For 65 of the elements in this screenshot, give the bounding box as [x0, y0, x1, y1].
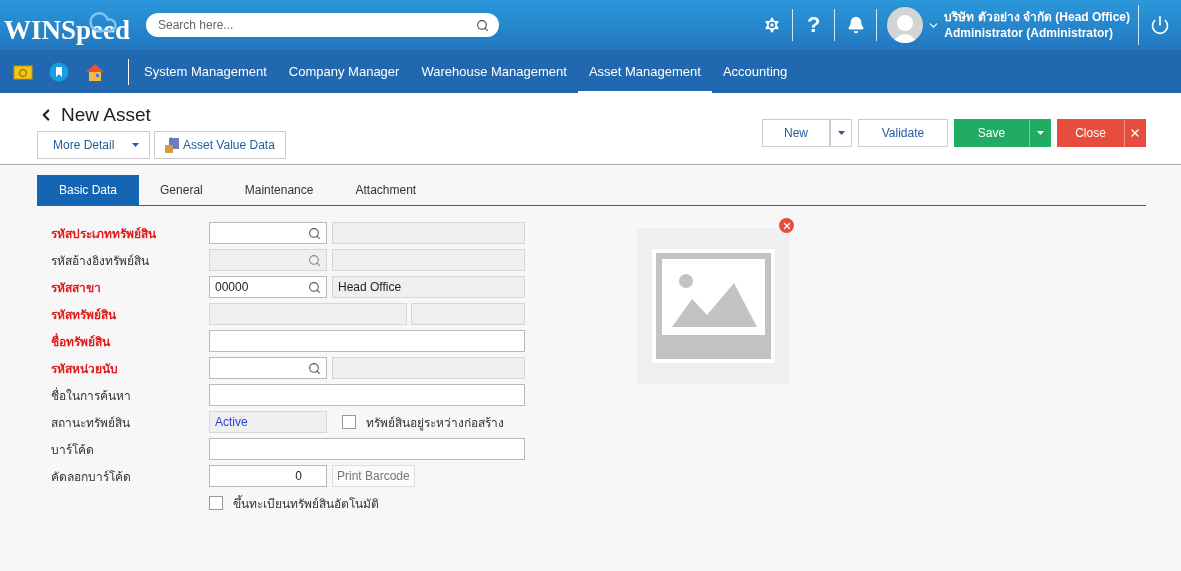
field-label: รหัสทรัพย์สิน [51, 306, 117, 324]
field-label: บาร์โค้ด [51, 441, 95, 459]
input-field[interactable] [209, 357, 327, 379]
input-field[interactable] [332, 249, 525, 271]
status-field[interactable]: Active [209, 411, 327, 433]
menu-tab[interactable]: Accounting [711, 50, 799, 93]
menu-tab[interactable]: System Management [133, 50, 278, 93]
page-title: New Asset [61, 104, 151, 126]
close-icon [781, 220, 792, 231]
search-icon[interactable] [308, 361, 321, 375]
field-label: รหัสหน่วยนับ [51, 360, 119, 378]
input-field[interactable]: 00000 [209, 276, 327, 298]
input-field[interactable] [209, 222, 327, 244]
checkbox[interactable] [209, 496, 223, 510]
input-field[interactable] [209, 330, 525, 352]
action-button[interactable]: New [762, 118, 830, 147]
field-label: รหัสประเภททรัพย์สิน [51, 225, 157, 243]
menu-tab[interactable]: Warehouse Management [410, 50, 578, 93]
asset-chart-icon [165, 137, 179, 153]
avatar[interactable] [887, 7, 924, 43]
checkbox-label: ทรัพย์สินอยู่ระหว่างก่อสร้าง [366, 414, 504, 432]
field-label: คัดลอกบาร์โค้ด [51, 468, 132, 486]
tab[interactable]: General [139, 175, 224, 205]
action-button[interactable]: Validate [858, 118, 948, 147]
image-placeholder[interactable] [637, 228, 790, 384]
field-label: สถานะทรัพย์สิน [51, 414, 131, 432]
tab[interactable]: Basic Data [37, 175, 140, 205]
field-label: รหัสอ้างอิงทรัพย์สิน [51, 252, 150, 270]
close-button[interactable] [1124, 118, 1146, 147]
input-field[interactable] [209, 303, 407, 325]
field-label: ชื่อในการค้นหา [51, 386, 132, 405]
print-barcode-button[interactable]: Print Barcode [332, 465, 415, 487]
dropdown-button[interactable] [1029, 118, 1051, 147]
tab[interactable]: Maintenance [223, 175, 335, 205]
user-name: Administrator (Administrator) [944, 25, 1114, 41]
field-label: รหัสสาขา [51, 279, 102, 297]
input-field[interactable] [209, 438, 525, 460]
caret-icon [132, 143, 139, 147]
input-field[interactable] [209, 384, 525, 406]
input-field[interactable] [332, 222, 525, 244]
input-field[interactable]: Head Office [332, 276, 525, 298]
dropdown-button[interactable] [830, 118, 852, 147]
search-icon[interactable] [308, 226, 321, 240]
company-name: บริษัท ตัวอย่าง จำกัด (Head Office) [944, 9, 1130, 25]
input-field[interactable] [411, 303, 525, 325]
search-icon[interactable] [476, 19, 489, 32]
action-button[interactable]: Close [1057, 118, 1124, 147]
input-field[interactable] [332, 357, 525, 379]
close-icon [1129, 126, 1141, 139]
input-field[interactable]: 0 [209, 465, 327, 487]
search-icon[interactable] [308, 280, 321, 294]
remove-image-button[interactable] [779, 218, 794, 233]
caret-icon [1036, 130, 1044, 135]
menu-tab[interactable]: Company Manager [277, 50, 411, 93]
field-label: ชื่อทรัพย์สิน [51, 332, 111, 351]
bookmark-icon[interactable] [48, 60, 70, 83]
image-icon [652, 249, 775, 363]
asset-value-data-button[interactable]: Asset Value Data [154, 131, 286, 159]
more-detail-button[interactable]: More Detail [37, 131, 150, 159]
checkbox-label: ขึ้นทะเบียนทรัพย์สินอัตโนมัติ [233, 494, 379, 513]
caret-icon [837, 130, 845, 135]
checkbox[interactable] [342, 415, 356, 429]
search-field[interactable]: Search here... [146, 13, 499, 37]
tab[interactable]: Attachment [334, 175, 438, 205]
logo: WINSpeed [4, 4, 144, 46]
